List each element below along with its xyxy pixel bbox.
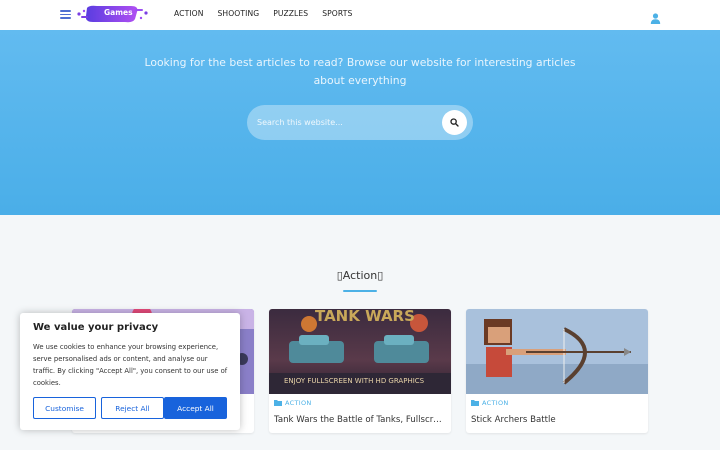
accept-all-button[interactable]: Accept All <box>164 397 227 419</box>
nav-action[interactable]: ACTION <box>174 9 204 18</box>
game-card[interactable]: TANK WARS ENJOY FULLSCREEN WITH HD GRAPH… <box>269 309 451 433</box>
main-nav: ACTION SHOOTING PUZZLES SPORTS <box>174 9 366 18</box>
game-thumbnail: TANK WARS ENJOY FULLSCREEN WITH HD GRAPH… <box>269 309 451 394</box>
site-header: Games ACTION SHOOTING PUZZLES SPORTS <box>0 0 720 30</box>
logo-text: Games <box>104 8 133 17</box>
nav-shooting[interactable]: SHOOTING <box>218 9 260 18</box>
hero-banner: Looking for the best articles to read? B… <box>0 30 720 215</box>
search-bar <box>247 105 473 140</box>
card-category: ACTION <box>471 399 509 407</box>
search-icon <box>450 118 459 127</box>
folder-icon <box>471 400 479 406</box>
game-thumbnail <box>466 309 648 394</box>
search-button[interactable] <box>442 110 467 135</box>
nav-sports[interactable]: SPORTS <box>322 9 352 18</box>
thumbnail-banner-text: ENJOY FULLSCREEN WITH HD GRAPHICS <box>284 377 425 385</box>
section-underline <box>343 290 377 292</box>
card-title: Stick Archers Battle <box>471 415 556 425</box>
section-title: ▯Action▯ <box>336 269 384 282</box>
hero-tagline: Looking for the best articles to read? B… <box>144 56 576 87</box>
cookie-text: We use cookies to enhance your browsing … <box>33 343 228 387</box>
site-logo[interactable]: Games <box>77 4 149 24</box>
cookie-title: We value your privacy <box>33 322 159 333</box>
user-icon[interactable] <box>650 9 661 24</box>
reject-all-button[interactable]: Reject All <box>101 397 164 419</box>
folder-icon <box>274 400 282 406</box>
customise-button[interactable]: Customise <box>33 397 96 419</box>
game-card[interactable]: ACTION Stick Archers Battle <box>466 309 648 433</box>
search-input[interactable] <box>257 114 437 130</box>
card-category: ACTION <box>274 399 312 407</box>
menu-icon[interactable] <box>60 10 71 19</box>
card-title: Tank Wars the Battle of Tanks, Fullscree… <box>274 415 446 425</box>
game-logo-text: TANK WARS <box>315 309 415 325</box>
cookie-consent-dialog: We value your privacy We use cookies to … <box>20 313 240 430</box>
nav-puzzles[interactable]: PUZZLES <box>273 9 308 18</box>
